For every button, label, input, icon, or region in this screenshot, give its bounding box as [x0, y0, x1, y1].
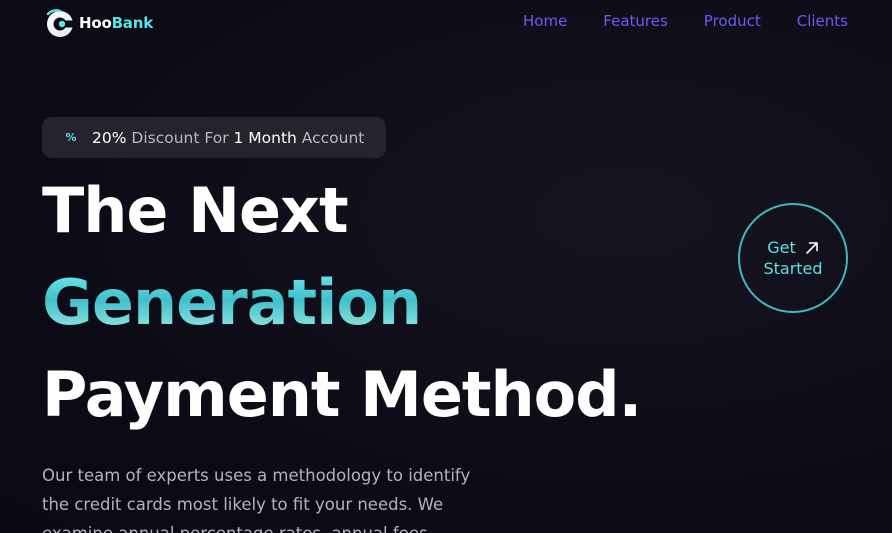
arrow-up-right-icon	[805, 241, 818, 254]
percent-icon: %	[65, 131, 77, 144]
brand-name: HooBank	[79, 14, 153, 32]
get-started-label-2: Started	[763, 259, 823, 278]
discount-value: 20%	[92, 128, 127, 147]
discount-period: 1 Month	[233, 128, 297, 147]
discount-text: 20% Discount For 1 Month Account	[92, 128, 365, 147]
logo[interactable]: HooBank	[45, 8, 153, 38]
hero-title-line-3: Payment Method.	[42, 358, 642, 431]
hero-title-line-2: Generation	[42, 266, 422, 339]
navbar: HooBank Home Features Product Clients	[0, 0, 892, 46]
hoobank-logo-icon	[46, 9, 74, 37]
nav-product[interactable]: Product	[704, 12, 761, 30]
hero-title-line-1: The Next	[42, 174, 349, 247]
nav-features[interactable]: Features	[603, 12, 668, 30]
get-started-label-1: Get	[767, 238, 796, 257]
nav-links: Home Features Product Clients	[487, 12, 848, 30]
get-started-button[interactable]: Get Started	[738, 203, 848, 313]
hero-description: Our team of experts uses a methodology t…	[42, 466, 471, 533]
nav-clients[interactable]: Clients	[797, 12, 848, 30]
nav-home[interactable]: Home	[523, 12, 567, 30]
discount-badge: % 20% Discount For 1 Month Account	[42, 117, 386, 158]
